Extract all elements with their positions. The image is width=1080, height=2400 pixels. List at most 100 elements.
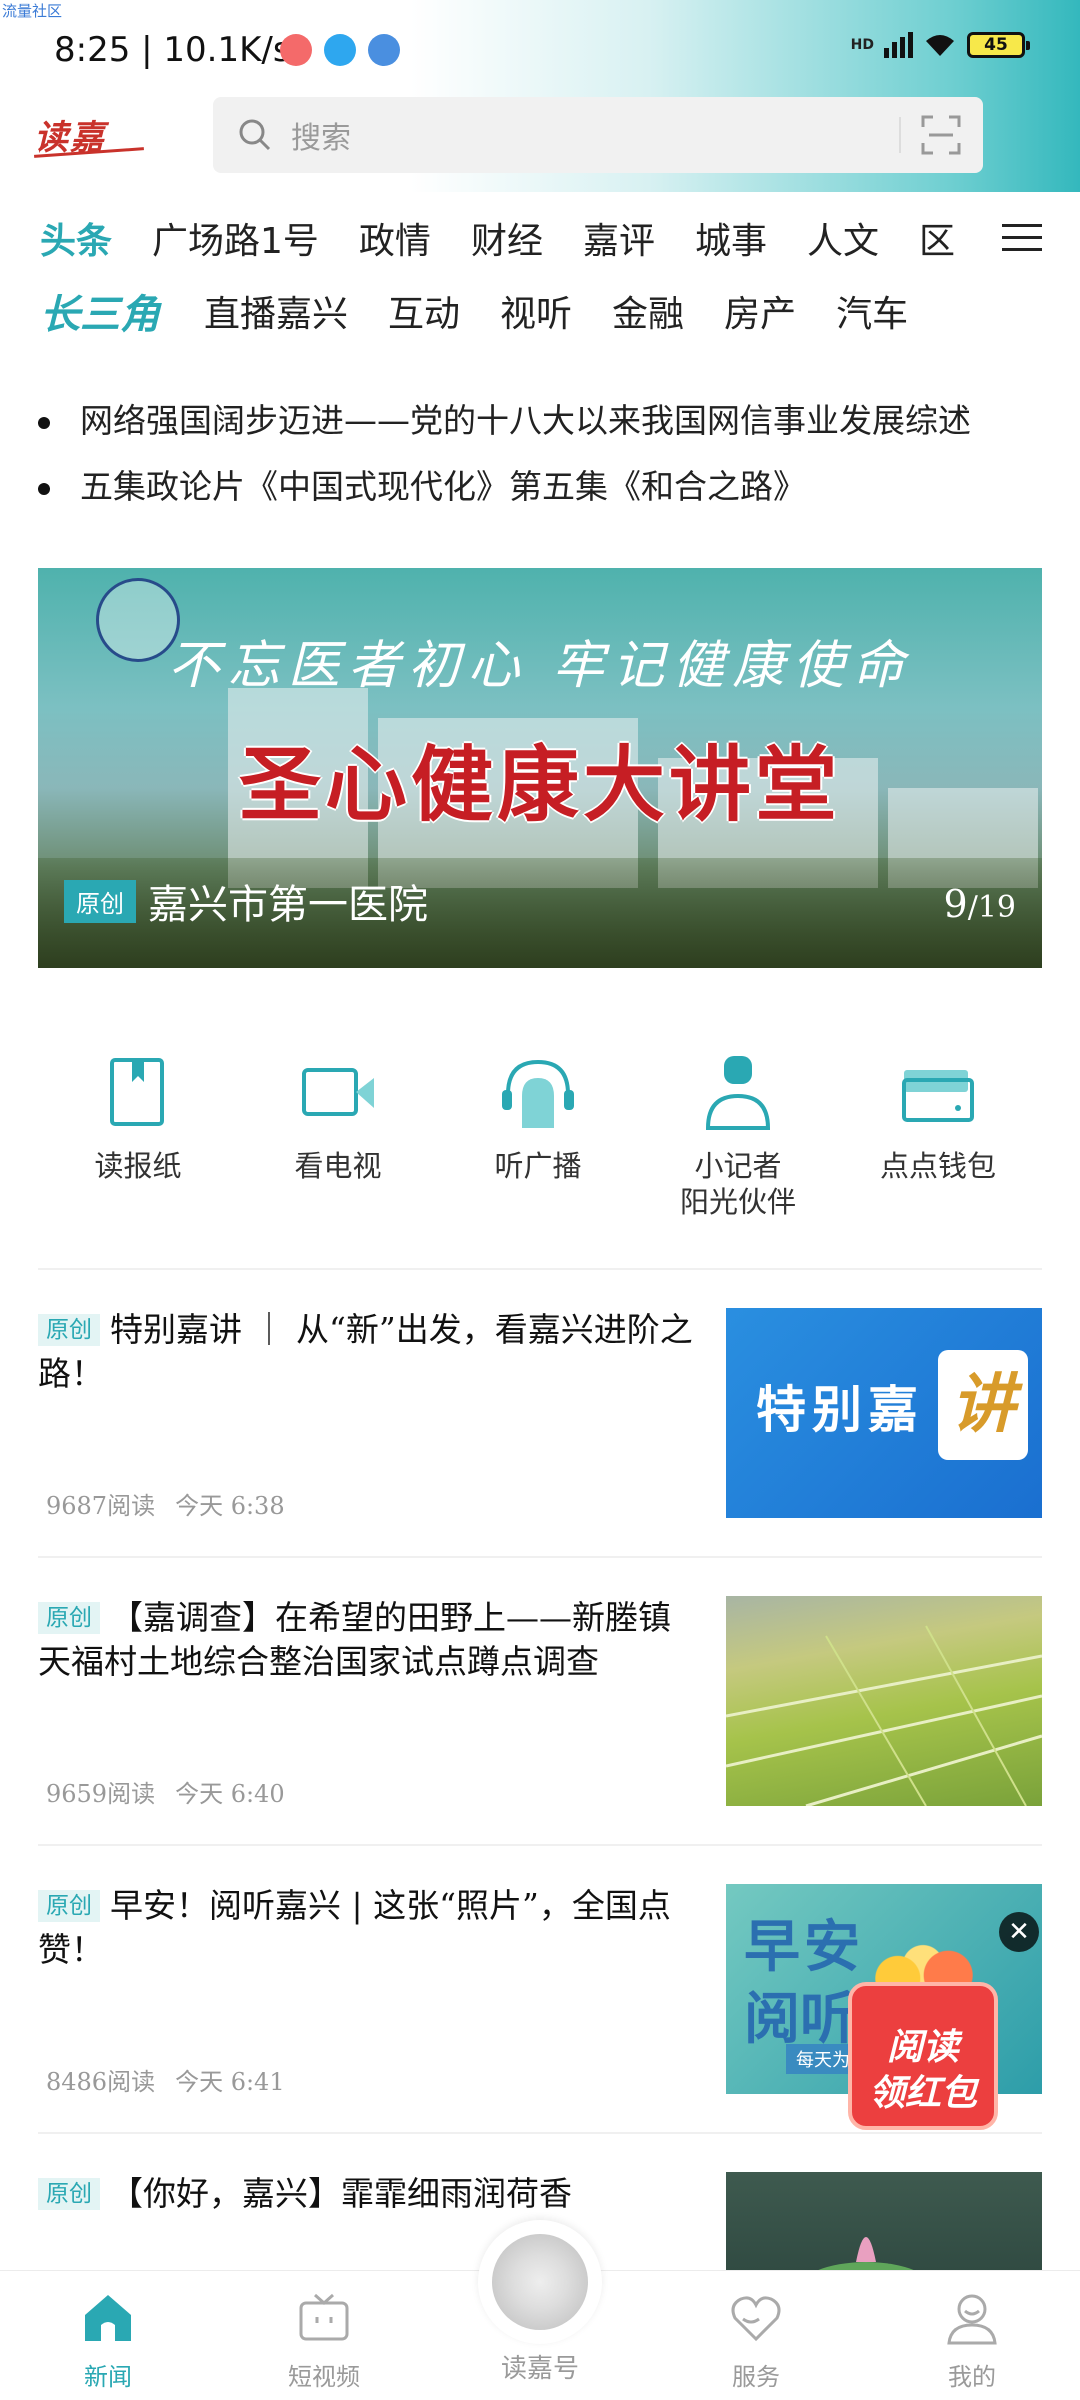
- battery-icon: 45: [967, 32, 1030, 58]
- quick-entry-wallet[interactable]: 点点钱包: [838, 1052, 1038, 1220]
- news-title-text: 早安！阅听嘉兴 | 这张“照片”，全国点赞！: [38, 1886, 671, 1969]
- user-icon: [947, 2294, 997, 2345]
- quick-entry-newspaper[interactable]: 读报纸: [38, 1052, 238, 1220]
- wallet-icon: [902, 1070, 974, 1122]
- tv-icon: [299, 2293, 349, 2341]
- channel-tab[interactable]: 直播嘉兴: [204, 285, 348, 337]
- channel-tab[interactable]: 互动: [388, 285, 460, 337]
- signal-icon: [884, 32, 913, 58]
- news-time: 今天 6:41: [175, 2068, 285, 2096]
- news-meta: 9659阅读 今天 6:40: [46, 1774, 305, 1809]
- channel-tab[interactable]: 区: [919, 212, 955, 264]
- scan-icon[interactable]: [921, 115, 961, 155]
- banner-slogan: 不忘医者初心 牢记健康使命: [167, 636, 913, 696]
- channel-tab[interactable]: 汽车: [836, 285, 908, 337]
- status-app-icons: [280, 34, 400, 66]
- thumbnail-bubble: 讲: [938, 1350, 1028, 1460]
- heart-hand-icon: [731, 2296, 781, 2342]
- channel-tab-headline[interactable]: 头条: [40, 212, 112, 264]
- news-title: 原创 特别嘉讲 ｜ 从“新”出发，看嘉兴进阶之路！: [38, 1308, 698, 1396]
- quick-entry-tv[interactable]: 看电视: [238, 1052, 438, 1220]
- lotus-image: [818, 2237, 914, 2270]
- channel-row-1: 头条 广场路1号 政情 财经 嘉评 城事 人文 区: [40, 212, 995, 264]
- banner-headline: 圣心健康大讲堂: [238, 737, 841, 833]
- divider: [38, 2132, 1042, 2134]
- status-time: 8:25 | 10.1K/s: [54, 30, 291, 70]
- tab-service[interactable]: 服务: [676, 2291, 836, 2392]
- ticker-item[interactable]: 网络强国阔步迈进——党的十八大以来我国网信事业发展综述: [38, 388, 1048, 454]
- news-thumbnail: 特别嘉 讲: [726, 1308, 1042, 1518]
- banner-pager: 9/19: [944, 882, 1016, 926]
- tab-mine[interactable]: 我的: [892, 2291, 1052, 2392]
- quick-entry-label: 小记者 阳光伙伴: [679, 1149, 796, 1219]
- newspaper-icon: [110, 1058, 164, 1126]
- thumbnail-text: 特别嘉: [756, 1381, 924, 1439]
- red-packet-float[interactable]: 阅读 领红包: [848, 1940, 998, 2130]
- news-reads: 9659阅读: [46, 1780, 156, 1808]
- original-tag: 原创: [64, 879, 136, 923]
- news-reads: 8486阅读: [46, 2068, 156, 2096]
- status-right: HD 45: [851, 32, 1030, 58]
- hero-banner[interactable]: 不忘医者初心 牢记健康使命 圣心健康大讲堂 原创 嘉兴市第一医院 9/19: [38, 568, 1042, 968]
- news-meta: 9687阅读 今天 6:38: [46, 1486, 305, 1521]
- channel-tab-yangtze-delta[interactable]: 长三角: [40, 282, 160, 340]
- search-divider: [899, 117, 901, 153]
- channel-tab[interactable]: 房产: [724, 285, 796, 337]
- app-logo[interactable]: 读嘉: [34, 110, 152, 158]
- tab-label: 我的: [948, 2363, 996, 2391]
- channel-tab[interactable]: 城事: [695, 212, 767, 264]
- channel-tab[interactable]: 财经: [471, 212, 543, 264]
- original-tag: 原创: [38, 2178, 100, 2210]
- wifi-icon: [926, 35, 954, 56]
- channel-tab[interactable]: 视听: [500, 285, 572, 337]
- channel-tab[interactable]: 政情: [359, 212, 431, 264]
- home-icon: [85, 2295, 131, 2341]
- tab-short-video[interactable]: 短视频: [244, 2291, 404, 2392]
- search-icon: [239, 119, 271, 151]
- news-title-text: 特别嘉讲 ｜ 从“新”出发，看嘉兴进阶之路！: [38, 1310, 693, 1393]
- banner-caption-text: 嘉兴市第一医院: [148, 882, 428, 928]
- tab-news[interactable]: 新闻: [28, 2291, 188, 2392]
- tab-label-dujia[interactable]: 读嘉号: [460, 2348, 620, 2385]
- tv-camera-icon: [302, 1068, 374, 1116]
- news-item[interactable]: 原创 特别嘉讲 ｜ 从“新”出发，看嘉兴进阶之路！ 9687阅读 今天 6:38 特…: [38, 1308, 1042, 1521]
- dujia-center-button[interactable]: [478, 2220, 602, 2344]
- divider: [38, 1556, 1042, 1558]
- ticker-item[interactable]: 五集政论片《中国式现代化》第五集《和合之路》: [38, 454, 1048, 520]
- dujia-logo-icon: [492, 2234, 588, 2330]
- quick-entry-radio[interactable]: 听广播: [438, 1052, 638, 1220]
- channel-tab[interactable]: 嘉评: [583, 212, 655, 264]
- message-app-icon: [324, 34, 356, 66]
- red-packet-line2: 领红包: [868, 2072, 977, 2114]
- news-thumbnail: [726, 1596, 1042, 1806]
- news-title-text: 【嘉调查】在希望的田野上——新塍镇天福村土地综合整治国家试点蹲点调查: [38, 1598, 671, 1681]
- status-bar: 8:25 | 10.1K/s HD 45: [0, 18, 1080, 82]
- news-time: 今天 6:40: [175, 1780, 285, 1808]
- farmland-image: [726, 1625, 1042, 1806]
- news-thumbnail: [726, 2172, 1042, 2270]
- search-placeholder: 搜索: [291, 121, 351, 156]
- quick-entry-young-reporter[interactable]: 小记者 阳光伙伴: [638, 1052, 838, 1220]
- news-reads: 9687阅读: [46, 1492, 156, 1520]
- channel-tab[interactable]: 广场路1号: [152, 212, 319, 264]
- original-tag: 原创: [38, 1890, 100, 1922]
- channel-row-2: 长三角 直播嘉兴 互动 视听 金融 房产 汽车: [40, 282, 948, 340]
- news-item[interactable]: 原创 【嘉调查】在希望的田野上——新塍镇天福村土地综合整治国家试点蹲点调查 965…: [38, 1596, 1042, 1809]
- news-title: 原创 【嘉调查】在希望的田野上——新塍镇天福村土地综合整治国家试点蹲点调查: [38, 1596, 698, 1684]
- tab-label: 短视频: [288, 2363, 360, 2391]
- tab-label: 服务: [732, 2363, 780, 2391]
- pager-total: /19: [967, 890, 1016, 925]
- search-bar[interactable]: 搜索: [213, 97, 983, 173]
- red-packet-line1: 阅读: [886, 2026, 959, 2068]
- channel-tab[interactable]: 人文: [807, 212, 879, 264]
- channel-menu-icon[interactable]: [1002, 222, 1042, 254]
- news-title: 原创 【你好，嘉兴】霏霏细雨润荷香: [38, 2172, 698, 2216]
- news-title: 原创 早安！阅听嘉兴 | 这张“照片”，全国点赞！: [38, 1884, 698, 1972]
- divider: [38, 1844, 1042, 1846]
- quick-entry-label: 点点钱包: [879, 1149, 996, 1183]
- thumbnail-text: 早安: [744, 1914, 864, 1980]
- pager-current: 9: [943, 882, 968, 926]
- channel-tab[interactable]: 金融: [612, 285, 684, 337]
- red-packet-close-icon[interactable]: ✕: [999, 1912, 1039, 1952]
- quick-entry-label: 读报纸: [94, 1149, 182, 1183]
